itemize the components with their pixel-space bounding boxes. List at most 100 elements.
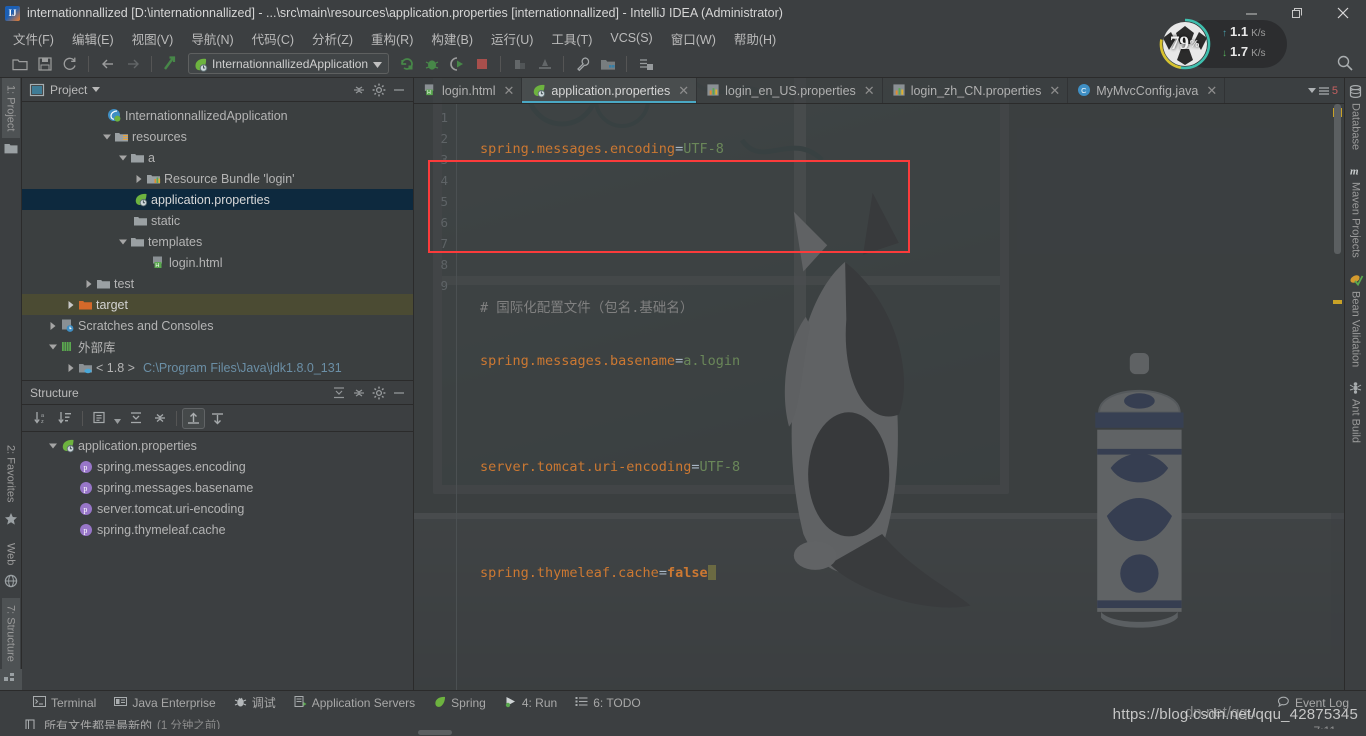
structure-item-file[interactable]: application.properties bbox=[22, 435, 413, 456]
sidebar-item-ant-build[interactable]: Ant Build bbox=[1346, 374, 1365, 450]
menu-run[interactable]: 运行(U) bbox=[482, 27, 542, 50]
warning-marker-2[interactable] bbox=[1333, 300, 1342, 304]
open-folder-icon[interactable] bbox=[8, 53, 31, 75]
collapse-all-icon[interactable] bbox=[349, 383, 369, 403]
code-line-1[interactable]: spring.messages.encoding=UTF-8 bbox=[480, 139, 1331, 160]
project-tree[interactable]: InternationnallizedApplication resources bbox=[22, 102, 413, 380]
attach-debugger-icon[interactable] bbox=[508, 53, 531, 75]
sync-refresh-icon[interactable] bbox=[58, 53, 81, 75]
sidebar-item-structure[interactable]: 7: Structure bbox=[1, 598, 20, 669]
structure-item-property[interactable]: p spring.messages.basename bbox=[22, 477, 413, 498]
tree-item-test[interactable]: test bbox=[22, 273, 413, 294]
collapse-all-icon[interactable] bbox=[148, 408, 171, 429]
close-icon[interactable]: ✕ bbox=[678, 83, 689, 99]
gear-icon[interactable] bbox=[369, 383, 389, 403]
update-project-icon[interactable] bbox=[159, 53, 182, 75]
menu-refactor[interactable]: 重构(R) bbox=[362, 27, 422, 50]
bottom-item-tod o[interactable]: 6: TODO bbox=[566, 695, 650, 711]
structure-item-property[interactable]: p server.tomcat.uri-encoding bbox=[22, 498, 413, 519]
code-line-6[interactable] bbox=[480, 404, 1331, 425]
structure-tree[interactable]: application.properties p spring.messages… bbox=[22, 432, 413, 690]
chevron-down-icon[interactable] bbox=[116, 151, 129, 164]
chevron-right-icon[interactable] bbox=[82, 277, 95, 290]
search-icon[interactable] bbox=[1336, 54, 1354, 77]
vertical-scrollbar-thumb[interactable] bbox=[1334, 104, 1341, 254]
sidebar-item-database[interactable]: Database bbox=[1346, 78, 1365, 157]
profiler-icon[interactable] bbox=[533, 53, 556, 75]
code-line-9[interactable]: spring.thymeleaf.cache=false bbox=[480, 563, 1331, 584]
code-line-5[interactable]: spring.messages.basename=a.login bbox=[480, 351, 1331, 372]
autoscroll-from-source-icon[interactable] bbox=[182, 407, 205, 429]
code-line-3[interactable] bbox=[480, 245, 1331, 266]
chevron-down-icon[interactable] bbox=[92, 87, 101, 92]
menu-file[interactable]: 文件(F) bbox=[4, 27, 63, 50]
tree-item-jdk[interactable]: < 1.8 > C:\Program Files\Java\jdk1.8.0_1… bbox=[22, 357, 413, 378]
hide-panel-icon[interactable] bbox=[389, 383, 409, 403]
tree-item-external-libraries[interactable]: 外部库 bbox=[22, 336, 413, 357]
group-icon[interactable] bbox=[88, 408, 111, 429]
chevron-right-icon[interactable] bbox=[64, 361, 77, 374]
stop-icon[interactable] bbox=[470, 53, 493, 75]
tree-item-login-html[interactable]: H login.html bbox=[22, 252, 413, 273]
chevron-right-icon[interactable] bbox=[132, 172, 145, 185]
menu-vcs[interactable]: VCS(S) bbox=[601, 29, 661, 47]
run-configuration-selector[interactable]: InternationnallizedApplication bbox=[188, 53, 390, 74]
bottom-item-spring[interactable]: Spring bbox=[424, 695, 495, 711]
rerun-icon[interactable] bbox=[395, 53, 418, 75]
chevron-right-icon[interactable] bbox=[64, 298, 77, 311]
horizontal-scrollbar[interactable] bbox=[0, 729, 1366, 736]
tree-item-templates[interactable]: templates bbox=[22, 231, 413, 252]
gear-icon[interactable] bbox=[369, 80, 389, 100]
debug-icon[interactable] bbox=[420, 53, 443, 75]
editor-marker-scrollbar[interactable] bbox=[1331, 104, 1344, 690]
expand-all-icon[interactable] bbox=[124, 408, 147, 429]
sidebar-item-maven-projects[interactable]: m Maven Projects bbox=[1346, 157, 1365, 265]
tree-item-application[interactable]: InternationnallizedApplication bbox=[22, 105, 413, 126]
code-line-7[interactable]: server.tomcat.uri-encoding=UTF-8 bbox=[480, 457, 1331, 478]
tree-item-resource-bundle[interactable]: Resource Bundle 'login' bbox=[22, 168, 413, 189]
forward-arrow-icon[interactable] bbox=[121, 53, 144, 75]
horizontal-scrollbar-thumb[interactable] bbox=[418, 730, 452, 735]
back-arrow-icon[interactable] bbox=[96, 53, 119, 75]
chevron-down-icon[interactable] bbox=[116, 235, 129, 248]
cpu-usage-ball-icon[interactable]: 79% bbox=[1157, 16, 1213, 72]
code-line-8[interactable] bbox=[480, 510, 1331, 531]
tab-mymvcconfig-java[interactable]: C MyMvcConfig.java ✕ bbox=[1068, 78, 1226, 103]
tab-list-icon[interactable]: 5 bbox=[1307, 85, 1338, 97]
close-button[interactable] bbox=[1320, 0, 1366, 26]
tab-login-zh-cn-properties[interactable]: login_zh_CN.properties ✕ bbox=[883, 78, 1069, 103]
close-icon[interactable]: ✕ bbox=[1206, 83, 1217, 99]
chevron-down-icon[interactable] bbox=[46, 439, 59, 452]
tab-login-en-us-properties[interactable]: login_en_US.properties ✕ bbox=[697, 78, 883, 103]
close-icon[interactable]: ✕ bbox=[864, 83, 875, 99]
tab-application-properties[interactable]: application.properties ✕ bbox=[522, 78, 698, 103]
tree-item-target[interactable]: target bbox=[22, 294, 413, 315]
bottom-item-application-servers[interactable]: Application Servers bbox=[285, 695, 424, 711]
editor-code-text[interactable]: spring.messages.encoding=UTF-8 # 国际化配置文件… bbox=[456, 104, 1331, 690]
menu-navigate[interactable]: 导航(N) bbox=[182, 27, 242, 50]
sidebar-item-bean-validation[interactable]: Bean Validation bbox=[1346, 265, 1366, 374]
chevron-down-icon[interactable] bbox=[112, 408, 123, 429]
bottom-item-debug[interactable]: 调试 bbox=[225, 694, 285, 711]
expand-all-icon[interactable] bbox=[329, 383, 349, 403]
chevron-down-icon[interactable] bbox=[46, 340, 59, 353]
menu-analyze[interactable]: 分析(Z) bbox=[303, 27, 362, 50]
menu-help[interactable]: 帮助(H) bbox=[725, 27, 785, 50]
menu-code[interactable]: 代码(C) bbox=[243, 27, 303, 50]
close-icon[interactable]: ✕ bbox=[504, 83, 515, 99]
sort-by-type-icon[interactable] bbox=[54, 408, 77, 429]
code-line-4[interactable]: # 国际化配置文件（包名.基础名） bbox=[480, 298, 1331, 319]
bottom-item-run[interactable]: 4: Run bbox=[495, 695, 566, 711]
tab-login-html[interactable]: H login.html ✕ bbox=[414, 78, 523, 103]
close-icon[interactable]: ✕ bbox=[1049, 83, 1060, 99]
tree-item-static[interactable]: static bbox=[22, 210, 413, 231]
settings-wrench-icon[interactable] bbox=[571, 53, 594, 75]
menu-build[interactable]: 构建(B) bbox=[422, 27, 482, 50]
bottom-item-terminal[interactable]: Terminal bbox=[24, 695, 105, 711]
structure-item-property[interactable]: p spring.thymeleaf.cache bbox=[22, 519, 413, 540]
chevron-right-icon[interactable] bbox=[46, 319, 59, 332]
sort-alphabetically-icon[interactable]: az bbox=[30, 408, 53, 429]
sidebar-item-favorites[interactable]: 2: Favorites bbox=[2, 438, 20, 509]
maximize-restore-button[interactable] bbox=[1274, 0, 1320, 26]
code-line-2[interactable] bbox=[480, 192, 1331, 213]
